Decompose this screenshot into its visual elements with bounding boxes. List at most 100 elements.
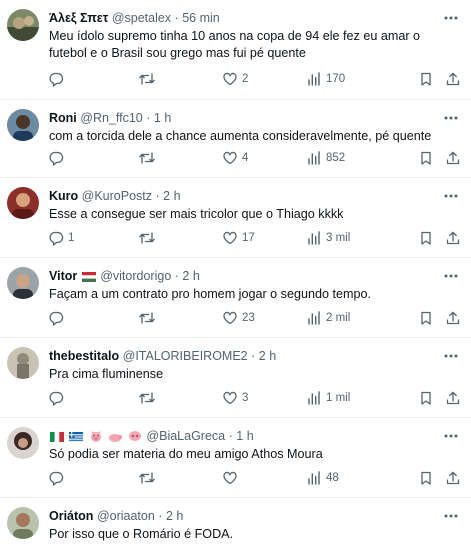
display-name[interactable]: Oriáton [49,509,93,523]
timestamp[interactable]: 2 h [259,349,276,363]
reply-tweet[interactable]: Kuro @KuroPostz · 2 h Esse a consegue se… [0,178,471,258]
views-button[interactable]: 1 mil [306,388,350,408]
avatar[interactable] [7,267,39,299]
bookmark-icon [418,390,434,406]
views-chart-icon [306,310,322,326]
views-button[interactable]: 48 [306,468,339,488]
more-options-icon[interactable] [443,429,459,443]
like-count: 2 [242,73,249,85]
display-name[interactable]: Kuro [49,189,78,203]
timestamp[interactable]: 1 h [154,111,171,125]
more-options-icon[interactable] [443,189,459,203]
retweet-button[interactable] [138,388,160,408]
retweet-button[interactable] [138,308,160,328]
bookmark-button[interactable] [418,69,434,89]
like-button[interactable] [222,468,242,488]
avatar[interactable] [7,507,39,539]
like-button[interactable]: 2 [222,69,248,89]
share-button[interactable] [445,228,461,248]
bookmark-button[interactable] [418,388,434,408]
retweet-icon [138,230,156,246]
greece-flag-icon [69,430,84,447]
user-handle[interactable]: @BiaLaGreca [146,429,225,443]
reply-tweet[interactable]: Oriáton @oriaaton · 2 h Por isso que o R… [0,498,471,551]
views-count: 48 [326,472,339,484]
like-button[interactable]: 4 [222,148,248,168]
avatar[interactable] [7,347,39,379]
retweet-icon [138,310,156,326]
views-button[interactable]: 170 [306,69,345,89]
tweet-actions: 4 852 [40,148,463,168]
user-handle[interactable]: @KuroPostz [82,189,152,203]
share-button[interactable] [445,468,461,488]
reply-button[interactable] [48,148,68,168]
tweet-text: Façam a um contrato pro homem jogar o se… [49,287,372,301]
more-options-icon[interactable] [443,269,459,283]
tweet-actions: 48 [40,468,463,488]
heart-icon [222,470,238,486]
reply-button[interactable]: 1 [48,228,74,248]
avatar[interactable] [7,9,39,41]
views-count: 170 [326,73,346,85]
reply-button[interactable] [48,388,68,408]
retweet-button[interactable] [138,468,160,488]
like-button[interactable]: 23 [222,308,255,328]
reply-tweet[interactable]: Vitor @vitordorigo · 2 h Façam a um cont… [0,258,471,338]
more-options-icon[interactable] [443,349,459,363]
retweet-button[interactable] [138,69,160,89]
reply-button[interactable] [48,308,68,328]
bookmark-button[interactable] [418,148,434,168]
views-button[interactable]: 852 [306,148,345,168]
share-button[interactable] [445,308,461,328]
views-button[interactable]: 3 mil [306,228,350,248]
timestamp[interactable]: 56 min [182,11,220,25]
share-button[interactable] [445,388,461,408]
user-handle[interactable]: @spetalex [112,11,171,25]
views-chart-icon [306,470,322,486]
heart-icon [222,71,238,87]
avatar[interactable] [7,187,39,219]
timestamp[interactable]: 2 h [166,509,183,523]
retweet-button[interactable] [138,148,160,168]
views-chart-icon [306,390,322,406]
avatar[interactable] [7,427,39,459]
display-name[interactable]: Vitor [49,269,77,283]
more-options-icon[interactable] [443,11,459,25]
like-button[interactable]: 17 [222,228,255,248]
reply-count: 1 [68,232,75,244]
reply-tweet[interactable]: @BiaLaGreca · 1 h Só podia ser materia d… [0,418,471,498]
heart-icon [222,390,238,406]
share-button[interactable] [445,69,461,89]
tweet-header: Kuro @KuroPostz · 2 h [49,188,459,205]
views-count: 2 mil [326,312,351,324]
tweet-header: Vitor @vitordorigo · 2 h [49,268,459,285]
reply-button[interactable] [48,69,68,89]
timestamp[interactable]: 2 h [182,269,199,283]
retweet-button[interactable] [138,228,160,248]
like-button[interactable]: 3 [222,388,248,408]
reply-tweet[interactable]: Άλεξ Σπετ @spetalex · 56 min Meu ídolo s… [0,0,471,100]
timestamp[interactable]: 1 h [236,429,253,443]
reply-tweet[interactable]: Roni @Rn_ffc10 · 1 h com a torcida dele … [0,100,471,178]
user-handle[interactable]: @oriaaton [97,509,155,523]
views-button[interactable]: 2 mil [306,308,350,328]
timestamp[interactable]: 2 h [163,189,180,203]
retweet-icon [138,470,156,486]
bookmark-button[interactable] [418,308,434,328]
bookmark-button[interactable] [418,228,434,248]
retweet-icon [138,390,156,406]
bookmark-button[interactable] [418,468,434,488]
more-options-icon[interactable] [443,509,459,523]
reply-button[interactable] [48,468,68,488]
user-handle[interactable]: @Rn_ffc10 [80,111,143,125]
heart-icon [222,230,238,246]
display-name[interactable]: Άλεξ Σπετ [49,11,108,25]
display-name[interactable]: Roni [49,111,77,125]
reply-tweet[interactable]: thebestitalo @ITALORIBEIROME2 · 2 h Pra … [0,338,471,418]
user-handle[interactable]: @vitordorigo [100,269,171,283]
display-name[interactable]: thebestitalo [49,349,119,363]
avatar[interactable] [7,109,39,141]
more-options-icon[interactable] [443,111,459,125]
user-handle[interactable]: @ITALORIBEIROME2 [123,349,248,363]
share-button[interactable] [445,148,461,168]
